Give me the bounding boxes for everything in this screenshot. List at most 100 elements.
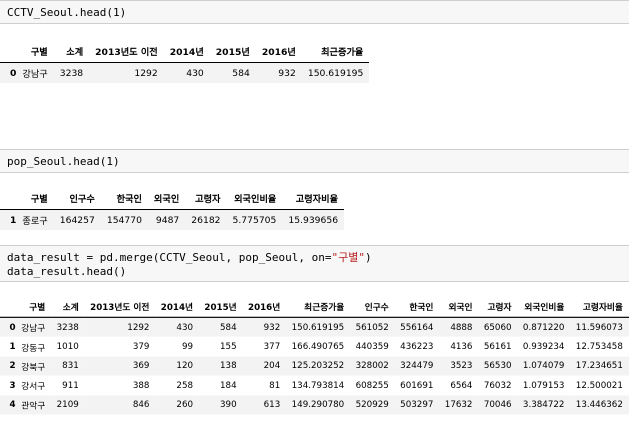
column-header: 2013년도 이전 bbox=[90, 302, 150, 314]
table-cell: 601691 bbox=[400, 380, 434, 391]
table-cell: 관악구 bbox=[21, 400, 46, 412]
table-cell: 17.234651 bbox=[575, 360, 623, 372]
column-header: 2014년 bbox=[169, 47, 204, 58]
table-cell: 430 bbox=[186, 67, 204, 79]
table-cell: 강북구 bbox=[21, 362, 46, 373]
column-header: 고령자 bbox=[487, 302, 512, 314]
table-cell: 430 bbox=[176, 322, 194, 333]
table-cell: 15.939656 bbox=[288, 214, 339, 226]
column-header: 2015년 bbox=[204, 302, 237, 314]
column-header: 고령자비율 bbox=[295, 194, 339, 205]
table-cell: 99 bbox=[181, 341, 194, 352]
table-cell: 584 bbox=[232, 67, 250, 79]
table-cell: 379 bbox=[132, 341, 150, 352]
table-header-row: 구별 소계 2013년도 이전 2014년 2015년 2016년 최근증가율 bbox=[0, 40, 370, 63]
table-cell: 324479 bbox=[400, 360, 434, 372]
table-cell: 3.384722 bbox=[522, 399, 565, 410]
column-header: 2016년 bbox=[248, 302, 281, 314]
table-cell: 70046 bbox=[483, 399, 512, 410]
table-cell: 932 bbox=[263, 322, 281, 333]
code-line[interactable]: pop_Seoul.head(1) bbox=[0, 150, 629, 169]
column-header: 외국인 bbox=[153, 194, 180, 205]
code-cell-1[interactable]: CCTV_Seoul.head(1) bbox=[0, 0, 629, 24]
code-cell-2[interactable]: pop_Seoul.head(1) bbox=[0, 149, 629, 173]
table-cell: 561052 bbox=[355, 322, 389, 333]
dataframe-table: 구별 소계 2013년도 이전 2014년 2015년 2016년 최근증가율 0 강남구 323… bbox=[0, 40, 370, 84]
column-header: 외국인 bbox=[448, 302, 473, 314]
table-cell: 911 bbox=[62, 380, 79, 391]
table-cell: 76032 bbox=[483, 380, 512, 391]
code-line[interactable]: data_result.head() bbox=[0, 265, 629, 279]
table-cell: 260 bbox=[176, 399, 194, 410]
table-row: 0 강남구 3238 1292 430 584 932 150.619195 561052 556… bbox=[0, 317, 629, 338]
table-cell: 138 bbox=[220, 360, 237, 372]
index-header bbox=[0, 40, 20, 63]
column-header: 한국인 bbox=[116, 194, 142, 205]
column-header: 외국인비율 bbox=[524, 302, 565, 314]
table-cell: 134.793814 bbox=[291, 380, 345, 391]
table-cell: 17632 bbox=[444, 399, 473, 410]
column-header: 고령자 bbox=[195, 194, 221, 205]
table-cell: 390 bbox=[220, 399, 237, 410]
table-cell: 184 bbox=[220, 380, 237, 391]
column-header: 인구수 bbox=[69, 194, 95, 205]
table-cell: 4136 bbox=[450, 341, 473, 352]
table-cell: 388 bbox=[132, 380, 150, 391]
index-header bbox=[0, 187, 20, 210]
table-cell: 강동구 bbox=[21, 342, 46, 354]
code-line[interactable]: CCTV_Seoul.head(1) bbox=[0, 1, 629, 20]
table-cell: 26182 bbox=[191, 214, 221, 226]
column-header: 구별 bbox=[30, 47, 48, 58]
table-cell: 12.500021 bbox=[575, 380, 623, 391]
table-cell: 204 bbox=[263, 360, 281, 372]
table-cell: 4888 bbox=[450, 322, 473, 333]
column-header: 2014년 bbox=[160, 302, 194, 314]
table-cell: 강남구 bbox=[22, 69, 48, 81]
row-index: 1 bbox=[9, 341, 16, 352]
code-line[interactable]: data_result = pd.merge(CCTV_Seoul, pop_S… bbox=[0, 246, 629, 265]
table-cell: 1292 bbox=[134, 67, 158, 79]
table-cell: 0.871220 bbox=[522, 322, 565, 333]
table-cell: 0.939234 bbox=[522, 341, 565, 352]
row-index: 2 bbox=[9, 360, 16, 372]
table-cell: 932 bbox=[278, 67, 296, 79]
table-cell: 503297 bbox=[400, 399, 434, 410]
index-header bbox=[0, 296, 19, 317]
table-row: 3 강서구 911 388 258 184 81 134.793814 608255 601691… bbox=[0, 375, 629, 396]
table-cell: 166.490765 bbox=[291, 341, 345, 352]
table-cell: 12.753458 bbox=[575, 341, 623, 352]
table-header-row: 구별 인구수 한국인 외국인 고령자 외국인비율 고령자비율 bbox=[0, 187, 345, 210]
column-header: 한국인 bbox=[409, 302, 434, 314]
table-cell: 154770 bbox=[106, 214, 142, 226]
table-cell: 81 bbox=[269, 380, 281, 391]
table-cell: 556164 bbox=[400, 322, 434, 333]
table-cell: 1.074079 bbox=[522, 360, 565, 372]
table-row: 1 강동구 1010 379 99 155 377 166.490765 440359 43622… bbox=[0, 337, 629, 357]
table-cell: 1010 bbox=[56, 341, 79, 352]
table-cell: 6564 bbox=[450, 380, 473, 391]
table-row: 2 강북구 831 369 120 138 204 125.203252 328002 32447… bbox=[0, 356, 629, 376]
table-cell: 440359 bbox=[355, 341, 389, 352]
table-cell: 328002 bbox=[355, 360, 389, 372]
column-header: 2016년 bbox=[261, 47, 296, 58]
row-index: 0 bbox=[10, 67, 17, 79]
table-cell: 149.290780 bbox=[291, 399, 345, 410]
dataframe-table: 구별 인구수 한국인 외국인 고령자 외국인비율 고령자비율 1 종로구 164257 154770… bbox=[0, 187, 345, 231]
table-cell: 377 bbox=[263, 341, 281, 352]
table-cell: 846 bbox=[132, 399, 150, 410]
table-row: 4 관악구 2109 846 260 390 613 149.290780 520929 5032… bbox=[0, 395, 629, 415]
output-table-2: 구별 인구수 한국인 외국인 고령자 외국인비율 고령자비율 1 종로구 164257 154770… bbox=[0, 187, 345, 231]
table-cell: 9487 bbox=[155, 214, 180, 226]
output-table-1: 구별 소계 2013년도 이전 2014년 2015년 2016년 최근증가율 0 강남구 323… bbox=[0, 40, 370, 84]
code-cell-3[interactable]: data_result = pd.merge(CCTV_Seoul, pop_S… bbox=[0, 245, 629, 282]
table-cell: 1292 bbox=[127, 322, 150, 333]
output-table-3: 구별 소계 2013년도 이전 2014년 2015년 2016년 최근증가율 인구수 한국인 외… bbox=[0, 296, 629, 421]
column-header: 2015년 bbox=[215, 47, 250, 58]
table-cell: 164257 bbox=[59, 214, 95, 226]
column-header: 외국인비율 bbox=[234, 194, 277, 205]
table-cell: 종로구 bbox=[22, 216, 48, 228]
row-index: 0 bbox=[9, 322, 16, 333]
column-header: 구별 bbox=[30, 194, 48, 205]
table-cell: 강남구 bbox=[21, 323, 46, 335]
column-header: 소계 bbox=[62, 302, 79, 314]
